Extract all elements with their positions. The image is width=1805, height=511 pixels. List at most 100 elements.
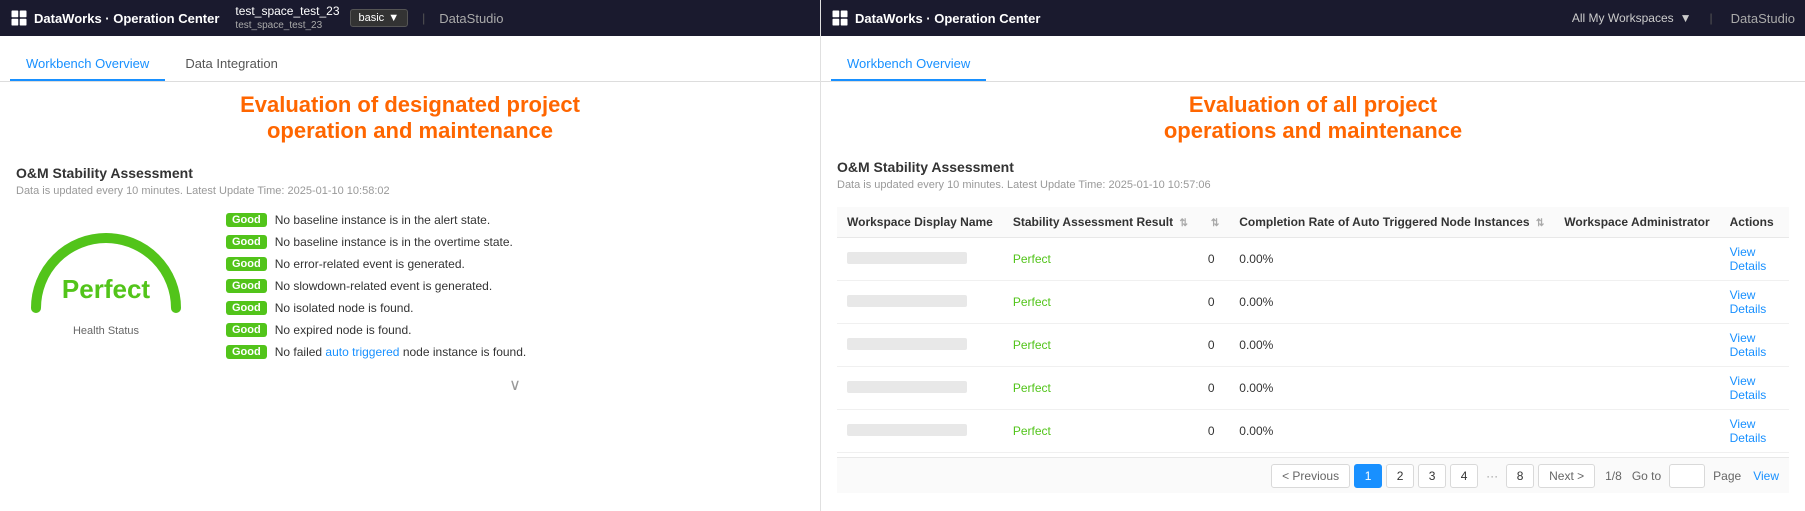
page-1-button[interactable]: 1 <box>1354 464 1382 488</box>
goto-input[interactable] <box>1669 464 1705 488</box>
col3-cell: 0 <box>1198 410 1229 453</box>
page-3-button[interactable]: 3 <box>1418 464 1446 488</box>
check-badge-7: Good <box>226 345 267 359</box>
right-nav-bar: DataWorks · Operation Center All My Work… <box>821 0 1805 36</box>
action-cell: View Details <box>1720 453 1789 458</box>
left-update-time: Data is updated every 10 minutes. Latest… <box>16 185 804 197</box>
rate-cell: 0.00% <box>1229 238 1554 281</box>
action-cell: View Details <box>1720 238 1789 281</box>
prev-button[interactable]: < Previous <box>1271 464 1350 488</box>
check-badge-4: Good <box>226 279 267 293</box>
view-details-link-1[interactable]: View Details <box>1730 245 1767 273</box>
check-text-3: No error-related event is generated. <box>275 257 465 271</box>
left-brand-name: DataWorks · Operation Center <box>34 11 219 26</box>
right-tab-workbench-overview[interactable]: Workbench Overview <box>831 48 986 81</box>
result-cell: Perfect <box>1003 238 1198 281</box>
view-details-link-5[interactable]: View Details <box>1730 417 1767 445</box>
workspace-name-cell <box>837 367 1003 410</box>
gauge-container: Perfect Health Status <box>16 213 196 337</box>
check-text-2: No baseline instance is in the overtime … <box>275 235 513 249</box>
view-details-link-2[interactable]: View Details <box>1730 288 1767 316</box>
right-datastudio[interactable]: DataStudio <box>1731 11 1795 26</box>
left-section-title: O&M Stability Assessment <box>16 165 804 181</box>
blurred-name <box>847 424 967 436</box>
page-4-button[interactable]: 4 <box>1450 464 1478 488</box>
workspace-selector[interactable]: All My Workspaces ▼ <box>1572 11 1692 25</box>
right-center-text: Evaluation of all project operations and… <box>821 82 1805 149</box>
right-logo-icon <box>831 9 849 27</box>
check-item-4: Good No slowdown-related event is genera… <box>226 279 804 293</box>
table-wrapper[interactable]: Workspace Display Name Stability Assessm… <box>837 207 1789 457</box>
right-center-line1: Evaluation of all project <box>841 92 1785 118</box>
result-cell: Perfect <box>1003 367 1198 410</box>
right-center-line2: operations and maintenance <box>841 118 1785 144</box>
page-8-button[interactable]: 8 <box>1506 464 1534 488</box>
next-label: Next > <box>1549 469 1584 483</box>
logo-icon <box>10 9 28 27</box>
check-badge-2: Good <box>226 235 267 249</box>
sort-icon-rate: ⇅ <box>1536 218 1544 229</box>
action-cell: View Details <box>1720 281 1789 324</box>
workspace-name-cell <box>837 324 1003 367</box>
right-separator: | <box>1710 11 1713 25</box>
blurred-name <box>847 338 967 350</box>
sort-icon-col3: ⇅ <box>1211 218 1219 229</box>
col3-cell: 0 <box>1198 238 1229 281</box>
tab-data-integration[interactable]: Data Integration <box>169 48 294 81</box>
workspace-name-cell <box>837 453 1003 458</box>
right-content: O&M Stability Assessment Data is updated… <box>821 149 1805 511</box>
table-row: Perfect 0 0.00% View Details <box>837 281 1789 324</box>
check-text-7: No failed auto triggered node instance i… <box>275 345 527 359</box>
check-item-1: Good No baseline instance is in the aler… <box>226 213 804 227</box>
rate-cell: 0.00% <box>1229 281 1554 324</box>
admin-cell <box>1554 410 1719 453</box>
col-actions: Actions <box>1720 207 1789 238</box>
gauge-value: Perfect <box>62 274 150 304</box>
workspace-selector-chevron: ▼ <box>1680 11 1692 25</box>
rate-cell: 0.00% <box>1229 324 1554 367</box>
view-details-link-3[interactable]: View Details <box>1730 331 1767 359</box>
right-update-time: Data is updated every 10 minutes. Latest… <box>837 179 1789 191</box>
left-datastudio[interactable]: DataStudio <box>439 11 503 26</box>
admin-cell <box>1554 367 1719 410</box>
auto-triggered-link[interactable]: auto triggered <box>325 345 399 359</box>
right-tab-bar: Workbench Overview <box>821 36 1805 82</box>
result-cell: Perfect <box>1003 453 1198 458</box>
admin-cell <box>1554 238 1719 281</box>
left-health-section: Perfect Health Status Good No baseline i… <box>16 213 804 395</box>
pagination: < Previous 1 2 3 4 ··· 8 <box>837 457 1789 493</box>
sort-icon-stability: ⇅ <box>1179 218 1187 229</box>
result-cell: Perfect <box>1003 324 1198 367</box>
col3-cell: 0 <box>1198 453 1229 458</box>
result-cell: Perfect <box>1003 410 1198 453</box>
table-row: Perfect 0 0.00% View Details <box>837 453 1789 458</box>
check-badge-6: Good <box>226 323 267 337</box>
check-item-7: Good No failed auto triggered node insta… <box>226 345 804 359</box>
left-badge-label: basic <box>359 12 385 24</box>
admin-cell <box>1554 453 1719 458</box>
left-badge[interactable]: basic ▼ <box>350 9 409 27</box>
action-cell: View Details <box>1720 367 1789 410</box>
left-tab-bar: Workbench Overview Data Integration <box>0 36 820 82</box>
blurred-name <box>847 381 967 393</box>
tab-workbench-overview[interactable]: Workbench Overview <box>10 48 165 81</box>
page-2-button[interactable]: 2 <box>1386 464 1414 488</box>
table-section: Workspace Display Name Stability Assessm… <box>837 207 1789 493</box>
page-8-label: 8 <box>1517 469 1524 483</box>
view-details-link-4[interactable]: View Details <box>1730 374 1767 402</box>
next-button[interactable]: Next > <box>1538 464 1595 488</box>
left-content: O&M Stability Assessment Data is updated… <box>0 149 820 511</box>
workspace-name-cell <box>837 238 1003 281</box>
expand-arrow[interactable]: ∨ <box>226 375 804 395</box>
check-item-2: Good No baseline instance is in the over… <box>226 235 804 249</box>
left-center-line1: Evaluation of designated project <box>20 92 800 118</box>
col-completion-rate: Completion Rate of Auto Triggered Node I… <box>1229 207 1554 238</box>
workspace-table: Workspace Display Name Stability Assessm… <box>837 207 1789 457</box>
admin-cell <box>1554 324 1719 367</box>
left-center-text: Evaluation of designated project operati… <box>0 82 820 149</box>
table-row: Perfect 0 0.00% View Details <box>837 324 1789 367</box>
check-badge-3: Good <box>226 257 267 271</box>
checklist: Good No baseline instance is in the aler… <box>226 213 804 395</box>
page-info: 1/8 <box>1605 469 1622 483</box>
col-admin: Workspace Administrator <box>1554 207 1719 238</box>
